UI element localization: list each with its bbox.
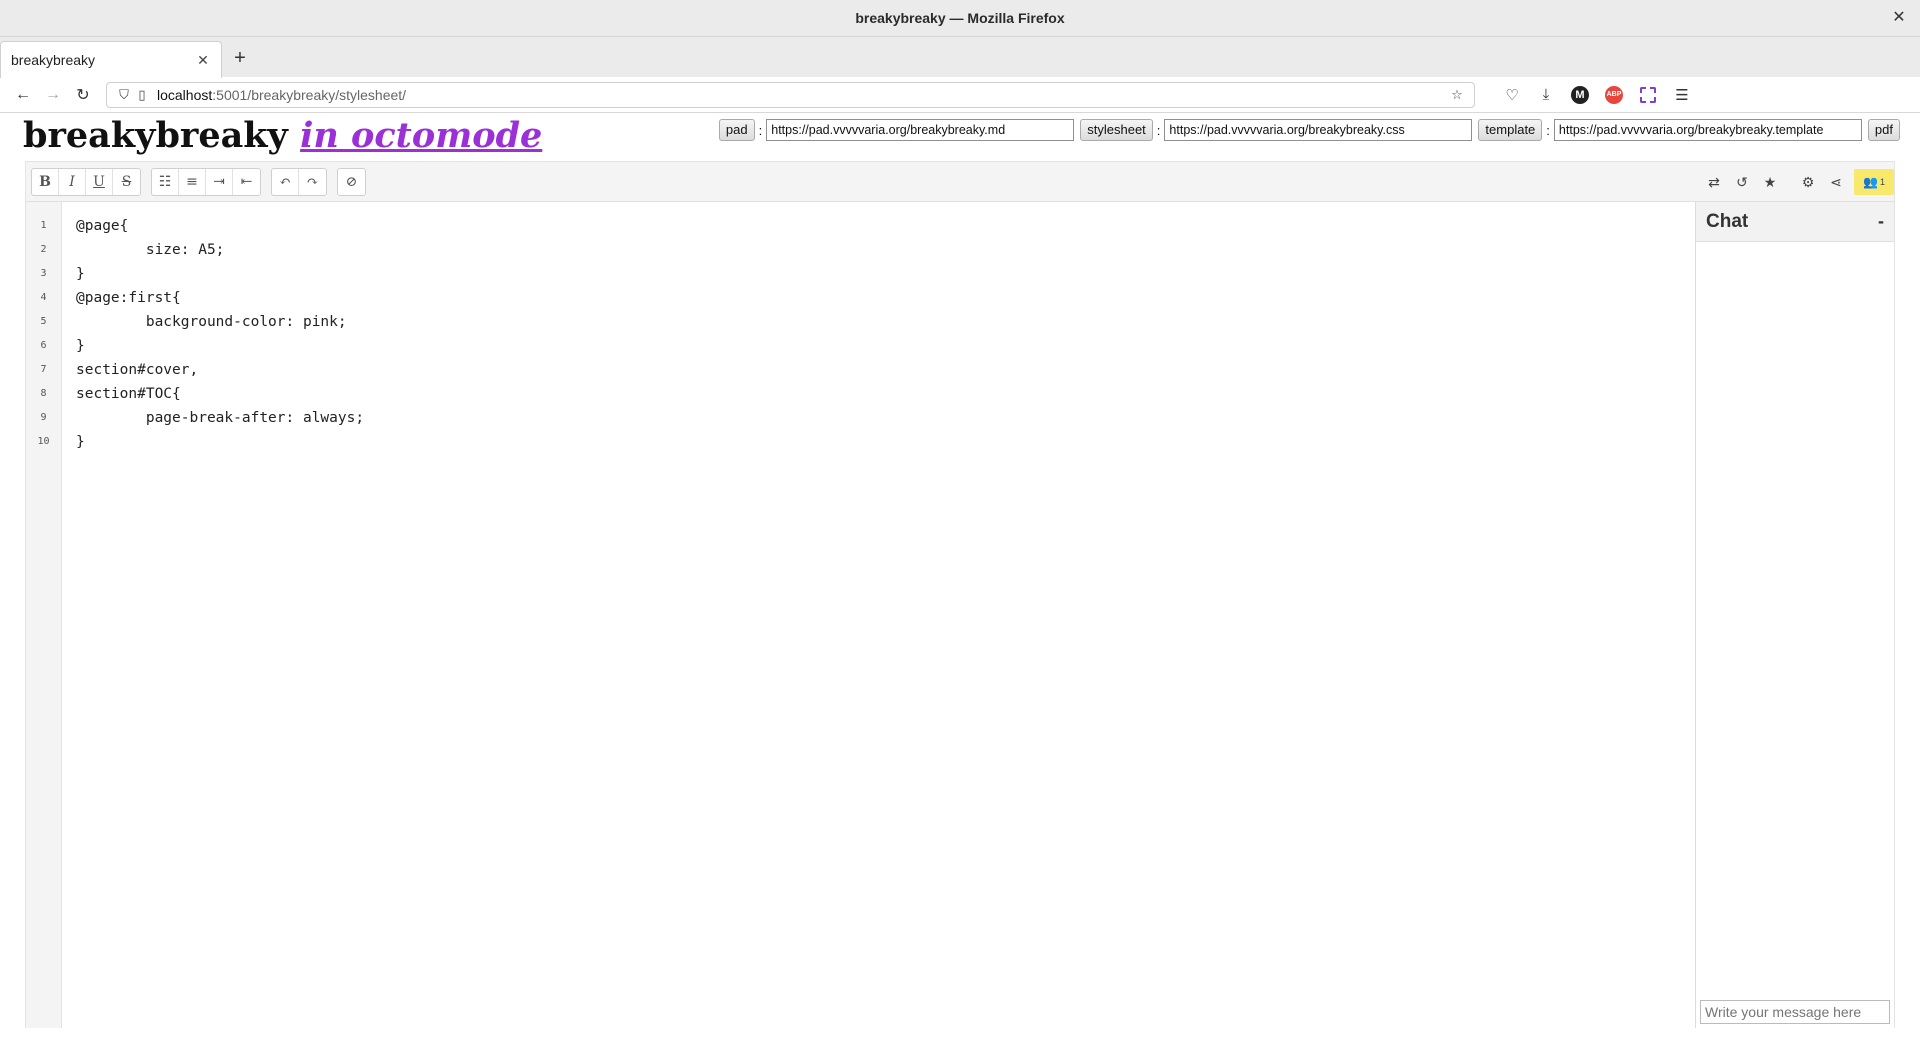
import-export-icon[interactable]: ⇄: [1700, 169, 1728, 195]
settings-gear-icon[interactable]: ⚙: [1794, 169, 1822, 195]
octomode-link[interactable]: in octomode: [300, 115, 542, 156]
page-header: breakybreaky in octomode pad : styleshee…: [0, 113, 1920, 159]
url-host: localhost: [157, 86, 213, 103]
url-path: :5001/breakybreaky/stylesheet/: [212, 86, 407, 103]
line-number: 6: [40, 340, 47, 351]
chat-minimize-button[interactable]: -: [1878, 211, 1884, 232]
back-icon[interactable]: ←: [8, 81, 38, 109]
line-number-gutter: 1 2 3 4 5 6 7 8 9 10: [26, 202, 62, 1028]
menu-icon[interactable]: ☰: [1665, 81, 1699, 109]
timeslider-history-icon[interactable]: ↺: [1728, 169, 1756, 195]
download-icon[interactable]: ⤓: [1529, 81, 1563, 109]
shield-icon[interactable]: ⛉: [115, 87, 133, 103]
chat-panel: Chat -: [1695, 202, 1894, 1028]
outdent-icon[interactable]: ⇤: [233, 169, 260, 195]
line-number: 2: [40, 244, 47, 255]
code-line[interactable]: background-color: pink;: [76, 310, 364, 334]
editor-area[interactable]: 1 2 3 4 5 6 7 8 9 10 @page{ size: A5;} @page:first…: [26, 202, 1696, 1028]
code-line[interactable]: size: A5;: [76, 238, 364, 262]
users-icon: 👥: [1863, 175, 1878, 189]
share-icon[interactable]: ⋖: [1822, 169, 1850, 195]
editor-toolbar: B I U S ☷ ≡ ⇥ ⇤ ↶ ↷ ⊘ ⇄ ↺ ★ ⚙ ⋖ 👥 1: [26, 162, 1894, 202]
navigation-bar: ← → ↻ ⛉ ▯ localhost:5001/breakybreaky/st…: [0, 77, 1920, 113]
tab-close-icon[interactable]: ✕: [195, 52, 211, 69]
undo-icon[interactable]: ↶: [272, 168, 299, 195]
etherpad: B I U S ☷ ≡ ⇥ ⇤ ↶ ↷ ⊘ ⇄ ↺ ★ ⚙ ⋖ 👥 1 1 2 …: [25, 161, 1895, 1028]
chat-message-input[interactable]: [1700, 1000, 1890, 1024]
indent-icon[interactable]: ⇥: [206, 168, 233, 195]
forward-icon[interactable]: →: [38, 81, 68, 109]
page-info-icon[interactable]: ▯: [133, 87, 151, 103]
code-content[interactable]: @page{ size: A5;} @page:first{ background…: [76, 214, 364, 454]
pdf-button[interactable]: pdf: [1867, 119, 1900, 141]
clear-authorship-icon[interactable]: ⊘: [338, 169, 365, 195]
pad-url-input[interactable]: [766, 119, 1075, 141]
line-number: 9: [40, 412, 47, 423]
italic-button[interactable]: I: [59, 168, 86, 195]
line-number: 8: [40, 388, 47, 399]
window-title: breakybreaky — Mozilla Firefox: [855, 10, 1065, 26]
template-url-input[interactable]: [1553, 119, 1862, 141]
code-line[interactable]: }: [76, 334, 364, 358]
stylesheet-url-input[interactable]: [1164, 119, 1473, 141]
window-close-icon[interactable]: ✕: [1888, 7, 1910, 29]
pad-button[interactable]: pad: [718, 119, 755, 141]
unordered-list-icon[interactable]: ≡: [179, 168, 206, 195]
code-line[interactable]: @page{: [76, 214, 364, 238]
code-line[interactable]: @page:first{: [76, 286, 364, 310]
tab-strip: breakybreaky ✕ +: [0, 37, 1920, 78]
bold-button[interactable]: B: [32, 168, 59, 195]
code-line[interactable]: section#TOC{: [76, 382, 364, 406]
line-number: 10: [37, 436, 50, 447]
pad-fields: pad : stylesheet : template : pdf: [718, 119, 1900, 141]
reload-icon[interactable]: ↻: [68, 81, 98, 109]
strikethrough-button[interactable]: S: [113, 169, 140, 195]
code-line[interactable]: section#cover,: [76, 358, 364, 382]
brand-name: breakybreaky: [23, 115, 288, 156]
line-number: 4: [40, 292, 47, 303]
bookmark-star-icon[interactable]: ☆: [1448, 87, 1466, 103]
adblock-icon[interactable]: ABP: [1597, 81, 1631, 109]
users-button[interactable]: 👥 1: [1854, 169, 1894, 195]
site-title: breakybreaky in octomode: [23, 115, 542, 156]
user-count: 1: [1879, 177, 1885, 187]
line-number: 7: [40, 364, 47, 375]
pocket-icon[interactable]: ♡: [1495, 81, 1529, 109]
line-number: 1: [40, 220, 47, 231]
redo-icon[interactable]: ↷: [299, 169, 326, 195]
saved-revision-star-icon[interactable]: ★: [1756, 169, 1784, 195]
chat-title: Chat: [1706, 210, 1749, 232]
new-tab-icon[interactable]: +: [222, 40, 258, 77]
ordered-list-icon[interactable]: ☷: [152, 168, 179, 195]
code-line[interactable]: page-break-after: always;: [76, 406, 364, 430]
url-bar[interactable]: ⛉ ▯ localhost:5001/breakybreaky/styleshe…: [106, 81, 1475, 108]
browser-tab[interactable]: breakybreaky ✕: [0, 41, 222, 78]
code-line[interactable]: }: [76, 430, 364, 454]
line-number: 5: [40, 316, 47, 327]
window-titlebar: breakybreaky — Mozilla Firefox ✕: [0, 0, 1920, 37]
screenshot-extension-icon[interactable]: [1631, 81, 1665, 109]
code-line[interactable]: }: [76, 262, 364, 286]
tab-label: breakybreaky: [11, 52, 96, 68]
underline-button[interactable]: U: [86, 168, 113, 195]
template-button[interactable]: template: [1478, 119, 1543, 141]
line-number: 3: [40, 268, 47, 279]
stylesheet-button[interactable]: stylesheet: [1080, 119, 1153, 141]
chat-header: Chat -: [1696, 202, 1894, 242]
account-avatar-icon[interactable]: M: [1563, 81, 1597, 109]
